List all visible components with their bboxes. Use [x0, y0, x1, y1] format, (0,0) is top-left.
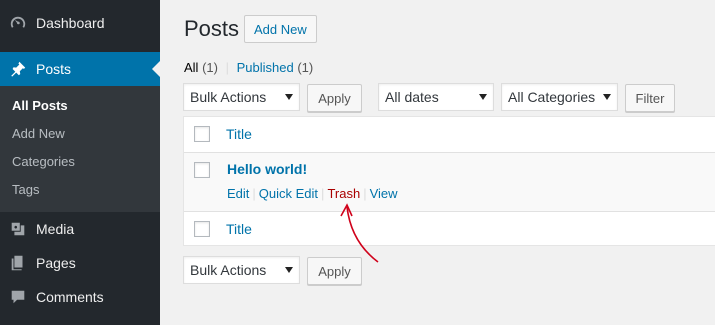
- comments-icon: [0, 288, 36, 306]
- submenu-tags[interactable]: Tags: [0, 176, 160, 204]
- table-footer-row: Title: [184, 211, 715, 247]
- filter-separator: |: [225, 60, 229, 75]
- add-new-button[interactable]: Add New: [244, 15, 317, 43]
- menu-item-dashboard[interactable]: Dashboard: [0, 6, 160, 40]
- menu-label-comments: Comments: [36, 289, 104, 305]
- post-checkbox[interactable]: [194, 162, 210, 178]
- filter-button[interactable]: Filter: [625, 84, 675, 112]
- view-link[interactable]: View: [370, 186, 398, 201]
- action-separator: |: [321, 186, 325, 201]
- dropdown-arrow-icon: [285, 94, 293, 100]
- bulk-actions-value-bottom: Bulk Actions: [190, 262, 267, 278]
- pin-icon: [0, 60, 36, 78]
- select-all-checkbox[interactable]: [194, 126, 210, 142]
- admin-sidebar: Dashboard Posts All Posts Add New Catego…: [0, 0, 160, 325]
- menu-item-media[interactable]: Media: [0, 212, 160, 246]
- row-actions: Edit | Quick Edit | Trash | View: [227, 186, 398, 201]
- dropdown-arrow-icon: [479, 94, 487, 100]
- page-title: Posts: [184, 16, 240, 41]
- bulk-actions-value: Bulk Actions: [190, 89, 267, 105]
- apply-button-bottom[interactable]: Apply: [307, 257, 362, 285]
- categories-value: All Categories: [508, 89, 596, 105]
- submenu-add-new[interactable]: Add New: [0, 120, 160, 148]
- main-content: Posts Add New All (1) | Published (1) Bu…: [160, 0, 715, 325]
- table-header-row: Title: [184, 117, 715, 153]
- column-footer-title[interactable]: Title: [226, 221, 252, 237]
- table-row: Hello world! Edit | Quick Edit | Trash | View: [184, 153, 715, 211]
- menu-item-comments[interactable]: Comments: [0, 280, 160, 314]
- quick-edit-link[interactable]: Quick Edit: [259, 186, 318, 201]
- pages-icon: [0, 254, 36, 272]
- menu-label-media: Media: [36, 221, 75, 237]
- filter-published-link[interactable]: Published: [237, 60, 294, 75]
- menu-label-dashboard: Dashboard: [36, 15, 105, 31]
- bulk-actions-select-bottom[interactable]: Bulk Actions: [183, 256, 300, 284]
- menu-label-pages: Pages: [36, 255, 76, 271]
- filter-all-count: (1): [202, 60, 218, 75]
- edit-link[interactable]: Edit: [227, 186, 249, 201]
- filter-published-count: (1): [297, 60, 314, 75]
- filter-all-link[interactable]: All: [184, 60, 198, 75]
- menu-item-pages[interactable]: Pages: [0, 246, 160, 280]
- post-title-link[interactable]: Hello world!: [227, 161, 307, 177]
- categories-select[interactable]: All Categories: [501, 83, 618, 111]
- action-separator: |: [252, 186, 256, 201]
- menu-label-posts: Posts: [36, 61, 72, 77]
- apply-button-top[interactable]: Apply: [307, 84, 362, 112]
- dashboard-icon: [0, 14, 36, 32]
- action-separator: |: [363, 186, 367, 201]
- select-all-checkbox-footer[interactable]: [194, 221, 210, 237]
- dropdown-arrow-icon: [603, 94, 611, 100]
- trash-link[interactable]: Trash: [327, 186, 360, 201]
- menu-item-posts[interactable]: Posts: [0, 52, 160, 86]
- posts-table: Title Hello world! Edit | Quick Edit | Trash…: [183, 116, 715, 246]
- status-filter-links: All (1) | Published (1): [184, 60, 313, 75]
- dates-select[interactable]: All dates: [378, 83, 494, 111]
- dropdown-arrow-icon: [285, 267, 293, 273]
- media-icon: [0, 220, 36, 238]
- dates-value: All dates: [385, 89, 439, 105]
- bulk-actions-select-top[interactable]: Bulk Actions: [183, 83, 300, 111]
- posts-submenu: All Posts Add New Categories Tags: [0, 86, 160, 212]
- column-header-title[interactable]: Title: [226, 126, 252, 142]
- submenu-all-posts[interactable]: All Posts: [0, 92, 160, 120]
- submenu-categories[interactable]: Categories: [0, 148, 160, 176]
